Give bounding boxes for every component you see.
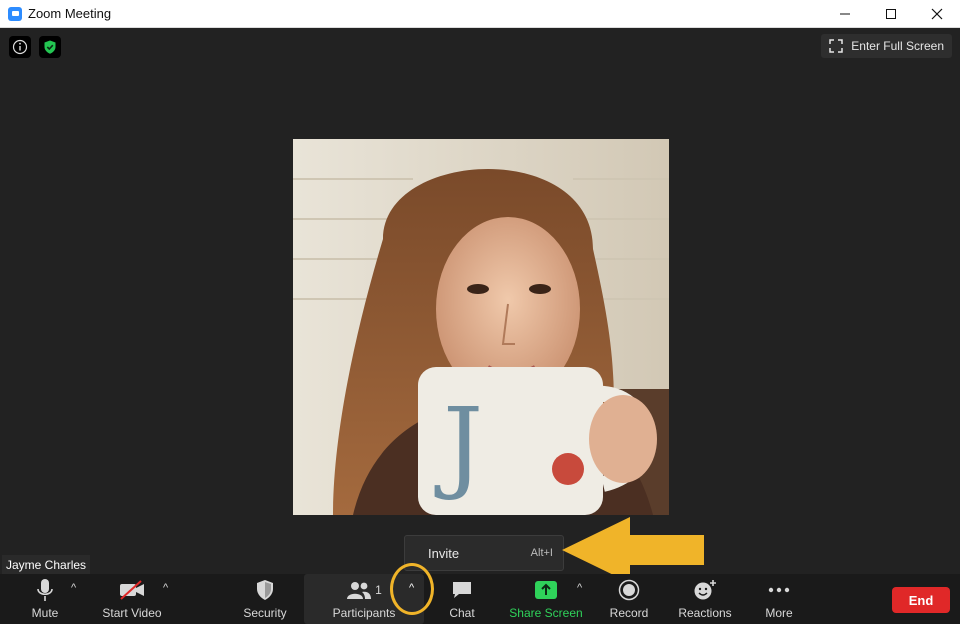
chat-icon <box>453 582 471 598</box>
more-button[interactable]: More <box>760 574 798 624</box>
window-title: Zoom Meeting <box>28 6 112 21</box>
record-button[interactable]: Record <box>606 574 652 624</box>
security-shield-icon <box>257 580 273 600</box>
close-button[interactable] <box>914 0 960 28</box>
participants-label: Participants <box>332 606 396 620</box>
share-screen-icon <box>535 581 557 599</box>
more-label: More <box>765 606 793 620</box>
info-icon <box>12 39 28 55</box>
maximize-icon <box>886 9 896 19</box>
fullscreen-label: Enter Full Screen <box>851 39 944 53</box>
meeting-toolbar: Mute ^ Start Video ^ Security 1 Particip… <box>0 574 960 624</box>
mute-label: Mute <box>31 606 59 620</box>
reactions-emoji-icon <box>694 580 716 600</box>
participants-count: 1 <box>375 583 382 597</box>
minimize-button[interactable] <box>822 0 868 28</box>
record-icon <box>618 579 640 601</box>
security-button[interactable]: Security <box>238 574 292 624</box>
chat-button[interactable]: Chat <box>444 574 480 624</box>
record-label: Record <box>609 606 649 620</box>
title-bar: Zoom Meeting <box>0 0 960 28</box>
invite-menu-item[interactable]: Invite <box>428 546 459 561</box>
participant-video: J <box>293 139 669 515</box>
fullscreen-icon <box>829 39 844 53</box>
video-off-icon <box>120 580 144 600</box>
start-video-label: Start Video <box>102 606 162 620</box>
close-icon <box>931 8 943 20</box>
share-screen-button[interactable]: Share Screen <box>508 574 584 624</box>
participants-icon <box>347 582 372 599</box>
participants-menu-popup: Invite Alt+I <box>404 535 564 571</box>
chat-label: Chat <box>449 606 475 620</box>
mute-button[interactable]: Mute <box>22 574 68 624</box>
annotation-circle <box>390 563 434 615</box>
enter-full-screen-button[interactable]: Enter Full Screen <box>821 34 952 58</box>
meeting-area: Enter Full Screen J Jayme Charles Invite… <box>0 28 960 583</box>
more-dots-icon <box>768 587 790 593</box>
microphone-icon <box>37 579 53 601</box>
audio-options-caret[interactable]: ^ <box>71 582 76 594</box>
zoom-window: Zoom Meeting Enter Full Screen J Jayme C… <box>0 0 960 624</box>
meeting-info-button[interactable] <box>9 36 31 58</box>
window-controls <box>822 0 960 28</box>
encryption-badge[interactable] <box>39 36 61 58</box>
minimize-icon <box>840 13 850 15</box>
share-options-caret[interactable]: ^ <box>577 582 582 594</box>
share-screen-label: Share Screen <box>509 606 583 620</box>
zoom-app-icon <box>8 6 22 21</box>
participant-video-image: J <box>293 139 669 515</box>
participants-button[interactable]: 1 Participants <box>328 574 400 624</box>
security-label: Security <box>243 606 287 620</box>
participant-name-tag: Jayme Charles <box>2 555 91 574</box>
shield-check-icon <box>44 40 56 54</box>
end-meeting-button[interactable]: End <box>892 587 950 613</box>
video-options-caret[interactable]: ^ <box>163 582 168 594</box>
start-video-button[interactable]: Start Video <box>100 574 164 624</box>
maximize-button[interactable] <box>868 0 914 28</box>
reactions-button[interactable]: Reactions <box>676 574 734 624</box>
reactions-label: Reactions <box>678 606 732 620</box>
invite-shortcut: Alt+I <box>530 547 553 559</box>
